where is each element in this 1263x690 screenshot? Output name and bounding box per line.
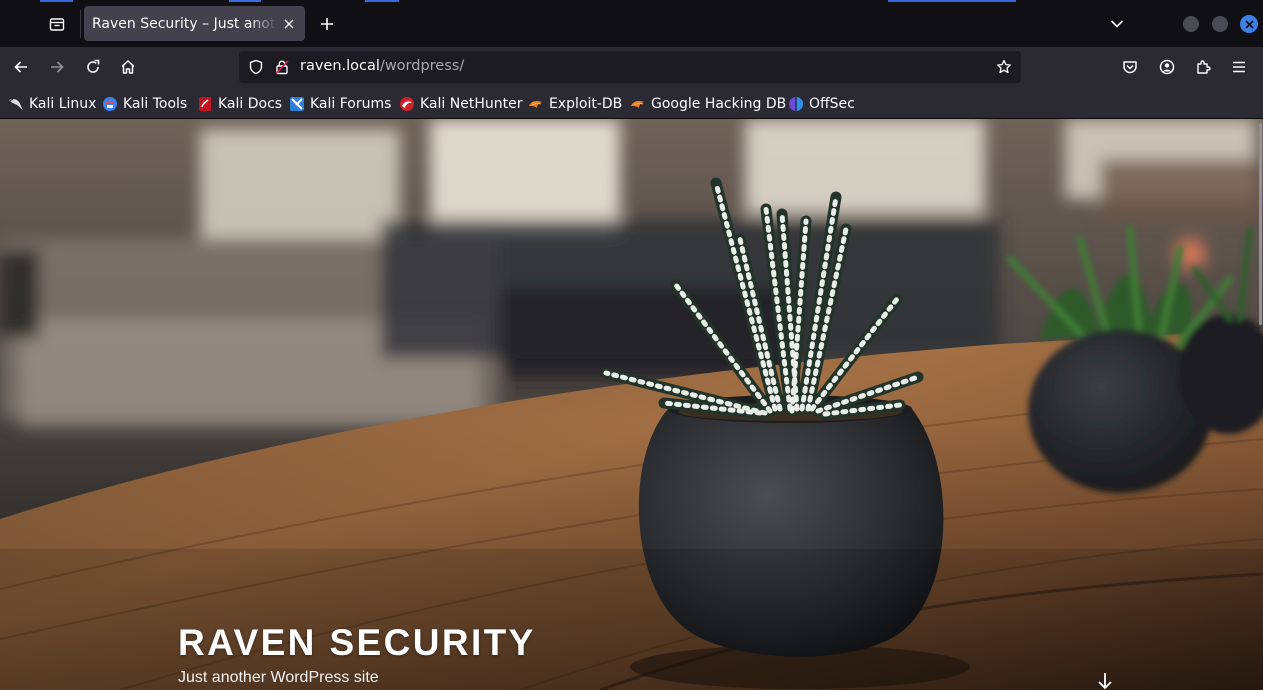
hamburger-menu-icon (1233, 61, 1245, 73)
forward-button[interactable] (42, 52, 72, 82)
page-viewport[interactable]: RAVEN SECURITY Just another WordPress si… (0, 119, 1263, 690)
url-path: /wordpress/ (379, 58, 465, 74)
bookmark-kali-tools[interactable]: Kali Tools (102, 93, 187, 114)
tab-strip: Raven Security – Just another WordPress … (0, 0, 1263, 47)
puzzle-icon (1197, 60, 1211, 74)
bookmark-star-icon[interactable] (996, 59, 1012, 75)
tab-indicator-line (365, 0, 399, 2)
kali-nethunter-icon (400, 96, 414, 111)
shield-icon[interactable] (248, 59, 264, 75)
bookmark-offsec[interactable]: OffSec (788, 93, 855, 114)
site-description: Just another WordPress site (178, 669, 379, 686)
arrow-left-icon (14, 61, 27, 73)
account-button[interactable] (1152, 52, 1182, 82)
close-icon (284, 19, 294, 29)
list-all-tabs-button[interactable] (1102, 8, 1132, 40)
bookmark-label: OffSec (809, 95, 855, 112)
bookmark-kali-forums[interactable]: Kali Forums (289, 93, 391, 114)
bookmark-kali-nethunter[interactable]: Kali NetHunter (399, 93, 522, 114)
home-button[interactable] (113, 52, 143, 82)
close-window-button[interactable] (1240, 15, 1258, 33)
address-bar[interactable]: raven.local/wordpress/ (239, 51, 1021, 83)
offsec-icon (789, 96, 803, 111)
kali-docs-icon (199, 96, 211, 111)
kali-tools-icon (103, 96, 117, 111)
tab-active[interactable]: Raven Security – Just another WordPress … (84, 6, 305, 41)
url-host: raven.local (300, 58, 380, 74)
tab-indicator-line (229, 0, 261, 2)
exploit-db-icon (529, 100, 542, 108)
navigation-toolbar: raven.local/wordpress/ (0, 47, 1263, 88)
tab-list-button[interactable] (40, 8, 74, 40)
account-icon (1159, 59, 1175, 75)
tab-indicator-line (888, 0, 1016, 2)
tab-strip-divider (80, 10, 81, 38)
bookmark-exploit-db[interactable]: Exploit-DB (528, 93, 622, 114)
home-icon (121, 60, 135, 74)
pocket-button[interactable] (1115, 52, 1145, 82)
url-text[interactable]: raven.local/wordpress/ (300, 58, 464, 74)
bookmark-label: Kali Linux (29, 95, 97, 112)
bookmarks-toolbar: Kali Linux Kali Tools Kali Docs Kali For… (0, 88, 1263, 119)
minimize-window-button[interactable] (1183, 16, 1199, 32)
arrow-down-icon[interactable] (1095, 671, 1115, 690)
pocket-icon (1123, 61, 1137, 74)
app-menu-button[interactable] (1224, 52, 1254, 82)
tab-indicator-line (40, 0, 73, 2)
maximize-window-button[interactable] (1212, 16, 1228, 32)
kali-dragon-icon (9, 98, 23, 110)
bookmark-google-hacking-db[interactable]: Google Hacking DB (630, 93, 786, 114)
site-title[interactable]: RAVEN SECURITY (178, 622, 536, 664)
reload-button[interactable] (78, 52, 108, 82)
tab-list-icon (49, 18, 65, 31)
kali-forums-icon (290, 96, 304, 111)
ghdb-icon (631, 100, 644, 108)
bookmark-label: Exploit-DB (549, 95, 623, 112)
bookmark-label: Kali Docs (218, 95, 283, 112)
arrow-right-icon (51, 61, 64, 73)
bookmark-label: Kali NetHunter (420, 95, 523, 112)
extensions-button[interactable] (1188, 52, 1218, 82)
hero-image (0, 119, 1263, 690)
new-tab-button[interactable] (312, 8, 342, 40)
plus-icon (321, 18, 333, 30)
bookmark-label: Kali Tools (123, 95, 188, 112)
page-scrollbar-thumb[interactable] (1259, 123, 1262, 325)
back-button[interactable] (6, 52, 36, 82)
reload-icon (87, 59, 100, 73)
bookmark-label: Google Hacking DB (651, 95, 787, 112)
bookmark-kali-docs[interactable]: Kali Docs (197, 93, 282, 114)
tab-close-button[interactable] (279, 14, 299, 34)
close-icon (1244, 19, 1254, 29)
tab-title: Raven Security – Just another WordPress … (92, 15, 277, 32)
chevron-down-icon (1110, 20, 1124, 28)
insecure-lock-icon[interactable] (274, 59, 290, 75)
bookmark-label: Kali Forums (310, 95, 392, 112)
bookmark-kali-linux[interactable]: Kali Linux (8, 93, 96, 114)
